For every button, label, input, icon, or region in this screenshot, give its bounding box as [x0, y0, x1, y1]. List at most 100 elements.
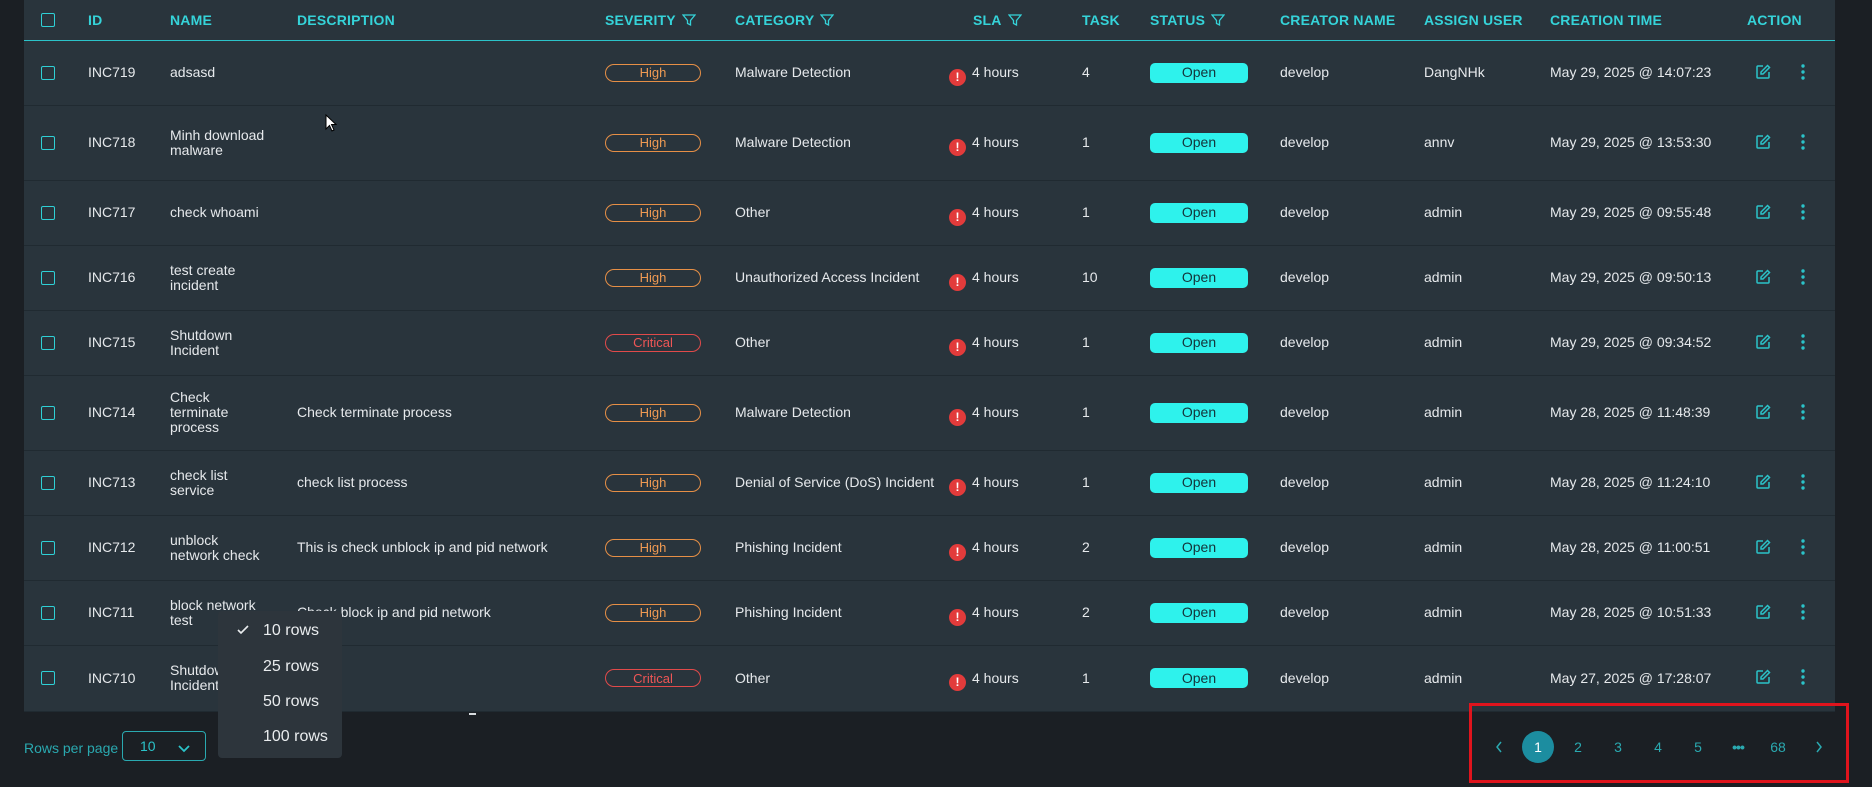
edit-button[interactable] [1754, 375, 1772, 450]
page-ellipsis[interactable]: ••• [1722, 731, 1754, 763]
category-filter-icon[interactable] [820, 13, 835, 27]
select-all-checkbox[interactable] [41, 13, 55, 27]
cell-name[interactable]: Minh download malware [170, 105, 270, 180]
more-actions-button[interactable] [1800, 105, 1806, 180]
table-row[interactable]: INC712 unblock network check This is check… [24, 515, 1835, 581]
more-actions-button[interactable] [1800, 515, 1806, 580]
cell-category: Malware Detection [735, 64, 851, 80]
row-checkbox[interactable] [41, 405, 55, 420]
cell-name[interactable]: Check terminate process [170, 375, 270, 450]
table-row[interactable]: INC718 Minh download malware High Malware D… [24, 105, 1835, 181]
cell-name[interactable]: check list service [170, 450, 270, 515]
page-button-last[interactable]: 68 [1762, 731, 1794, 763]
cell-id: INC717 [88, 204, 136, 220]
cell-name[interactable]: Shutdown Incident [170, 310, 270, 375]
cell-assign: annv [1424, 134, 1455, 150]
more-vertical-icon [1800, 473, 1806, 491]
edit-button[interactable] [1754, 180, 1772, 245]
rows-option-50[interactable]: 50 rows [218, 684, 342, 719]
more-actions-button[interactable] [1800, 580, 1806, 645]
more-actions-button[interactable] [1800, 245, 1806, 310]
row-checkbox[interactable] [41, 540, 55, 555]
cell-description: check list process [297, 474, 408, 490]
row-checkbox[interactable] [41, 475, 55, 490]
edit-button[interactable] [1754, 450, 1772, 515]
next-page-button[interactable] [1803, 731, 1835, 763]
page-button-1[interactable]: 1 [1522, 731, 1554, 763]
header-assign[interactable]: ASSIGN USER [1424, 0, 1523, 40]
page-button-4[interactable]: 4 [1642, 731, 1674, 763]
prev-page-button[interactable] [1483, 731, 1515, 763]
row-checkbox-cell [41, 40, 55, 105]
cell-name[interactable]: unblock network check [170, 515, 270, 580]
severity-badge: High [605, 133, 701, 152]
header-description[interactable]: DESCRIPTION [297, 0, 395, 40]
more-actions-button[interactable] [1800, 180, 1806, 245]
severity-filter-icon[interactable] [681, 13, 696, 27]
cell-name[interactable]: test create incident [170, 245, 270, 310]
table-row[interactable]: INC715 Shutdown Incident Critical Other! 4 h… [24, 310, 1835, 376]
cell-assign: admin [1424, 669, 1463, 686]
cell-id: INC718 [88, 134, 136, 150]
header-id[interactable]: ID [88, 0, 102, 40]
table-row[interactable]: INC717 check whoami High Other! 4 hours 1 Open… [24, 180, 1835, 246]
rows-option-100[interactable]: 100 rows [218, 719, 342, 754]
header-task[interactable]: TASK [1082, 0, 1120, 40]
row-checkbox[interactable] [41, 270, 55, 285]
cell-assign: admin [1424, 269, 1463, 285]
header-category[interactable]: CATEGORY [735, 0, 835, 40]
sla-warning-icon: ! [949, 543, 966, 561]
table-row[interactable]: INC716 test create incident High Unauthoriz… [24, 245, 1835, 311]
more-actions-button[interactable] [1800, 310, 1806, 375]
edit-button[interactable] [1754, 645, 1772, 711]
severity-badge: High [605, 203, 701, 222]
header-severity[interactable]: SEVERITY [605, 0, 696, 40]
more-actions-button[interactable] [1800, 645, 1806, 711]
rows-option-10[interactable]: 10 rows [218, 613, 342, 648]
header-name[interactable]: NAME [170, 0, 212, 40]
severity-badge: High [605, 473, 701, 492]
edit-button[interactable] [1754, 515, 1772, 580]
edit-button[interactable] [1754, 310, 1772, 375]
header-creator[interactable]: CREATOR NAME [1280, 0, 1395, 40]
row-checkbox[interactable] [41, 65, 55, 80]
chevron-down-icon [177, 741, 191, 757]
cell-name[interactable]: check whoami [170, 180, 270, 245]
row-checkbox[interactable] [41, 205, 55, 220]
cell-severity: High [605, 105, 701, 180]
more-actions-button[interactable] [1800, 450, 1806, 515]
sla-filter-icon[interactable] [1007, 13, 1022, 27]
page-button-3[interactable]: 3 [1602, 731, 1634, 763]
table-row[interactable]: INC713 check list service check list proce… [24, 450, 1835, 516]
status-badge: Open [1150, 602, 1248, 623]
header-sla[interactable]: SLA [973, 0, 1022, 40]
page-button-2[interactable]: 2 [1562, 731, 1594, 763]
table-row[interactable]: INC714 Check terminate process Check termi… [24, 375, 1835, 451]
header-created[interactable]: CREATION TIME [1550, 0, 1662, 40]
rows-option-25[interactable]: 25 rows [218, 649, 342, 684]
rows-option-label: 10 rows [263, 621, 320, 639]
row-checkbox[interactable] [41, 605, 55, 620]
edit-button[interactable] [1754, 105, 1772, 180]
row-checkbox[interactable] [41, 135, 55, 150]
page-button-5[interactable]: 5 [1682, 731, 1714, 763]
severity-badge: High [605, 63, 701, 82]
cell-name[interactable]: adsasd [170, 40, 270, 105]
more-actions-button[interactable] [1800, 375, 1806, 450]
edit-button[interactable] [1754, 40, 1772, 105]
cell-sla: ! 4 hours [949, 105, 1019, 180]
cell-task: 1 [1082, 134, 1090, 150]
edit-button[interactable] [1754, 245, 1772, 310]
cell-description [297, 245, 597, 310]
row-checkbox[interactable] [41, 671, 55, 685]
row-checkbox[interactable] [41, 335, 55, 350]
cell-sla: ! 4 hours [949, 310, 1019, 375]
status-badge: Open [1150, 332, 1248, 353]
rows-option-label: 100 rows [263, 727, 328, 745]
status-filter-icon[interactable] [1211, 13, 1226, 27]
table-row[interactable]: INC719 adsasd High Malware Detection! 4 hour… [24, 40, 1835, 106]
header-status[interactable]: STATUS [1150, 0, 1226, 40]
more-actions-button[interactable] [1800, 40, 1806, 105]
rows-per-page-select[interactable]: 10 [122, 731, 206, 761]
edit-button[interactable] [1754, 580, 1772, 645]
